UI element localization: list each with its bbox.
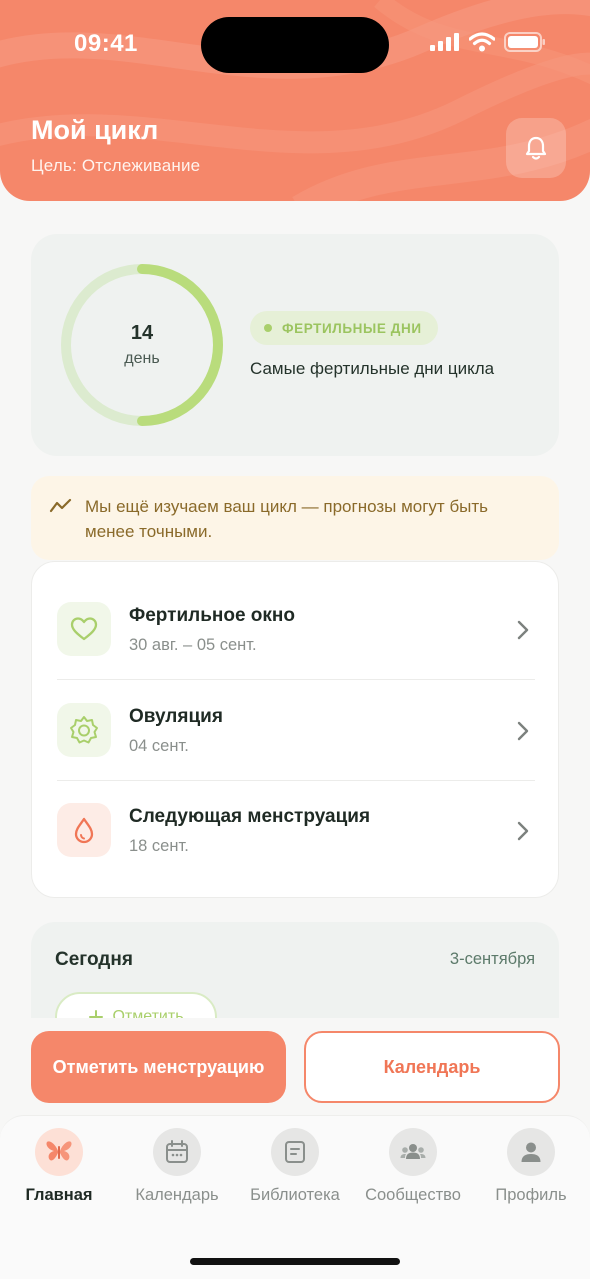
nav-icon-box xyxy=(35,1128,83,1176)
today-date: 3-сентября xyxy=(449,950,535,968)
nav-icon-box xyxy=(507,1128,555,1176)
phase-label: ФЕРТИЛЬНЫЕ ДНИ xyxy=(282,320,422,336)
phase-description: Самые фертильные дни цикла xyxy=(250,359,495,378)
nav-label: Главная xyxy=(25,1186,93,1204)
profile-icon xyxy=(521,1142,541,1162)
log-period-button[interactable]: Отметить менструацию xyxy=(31,1031,286,1103)
dynamic-island xyxy=(201,17,389,73)
cycle-card: 14 день ФЕРТИЛЬНЫЕ ДНИ Самые фертильные … xyxy=(31,234,559,456)
nav-icon-box xyxy=(389,1128,437,1176)
nav-icon-box xyxy=(271,1128,319,1176)
nav-label: Профиль xyxy=(495,1186,567,1204)
home-indicator xyxy=(190,1258,400,1265)
list-item-title: Фертильное окно xyxy=(129,605,295,626)
signal-icon xyxy=(430,33,459,51)
list-item-ovulation[interactable]: Овуляция 04 сент. xyxy=(32,663,560,763)
today-card: Сегодня 3-сентября Отметить xyxy=(31,922,559,1018)
ovulation-icon-box xyxy=(57,703,111,757)
list-item-date: 18 сент. xyxy=(129,837,189,855)
nav-label: Сообщество xyxy=(365,1186,461,1204)
calendar-button[interactable]: Календарь xyxy=(304,1031,560,1103)
nav-icon-box xyxy=(153,1128,201,1176)
nav-item-library[interactable]: Библиотека xyxy=(236,1128,354,1205)
library-icon xyxy=(285,1141,305,1163)
prediction-accuracy-banner: Мы ещё изучаем ваш цикл — прогнозы могут… xyxy=(31,476,559,560)
cycle-day-label: день xyxy=(124,350,160,367)
sun-icon xyxy=(70,716,98,744)
chevron-right-icon xyxy=(517,620,529,640)
drop-icon xyxy=(74,817,94,844)
butterfly-icon xyxy=(46,1141,72,1161)
bottom-navigation: Главная Календарь Библиотека Сообщество … xyxy=(0,1115,590,1279)
cycle-progress-ring xyxy=(61,264,223,426)
list-item-fertile-window[interactable]: Фертильное окно 30 авг. – 05 сент. xyxy=(32,562,560,662)
status-bar: 09:41 xyxy=(0,0,590,90)
page-title: Мой цикл xyxy=(31,115,159,145)
plus-icon xyxy=(89,1010,104,1018)
wifi-icon xyxy=(469,32,495,52)
next-period-icon-box xyxy=(57,803,111,857)
calendar-icon xyxy=(166,1140,188,1163)
fertile-window-icon-box xyxy=(57,602,111,656)
phase-badge: ФЕРТИЛЬНЫЕ ДНИ xyxy=(250,311,438,345)
banner-text: Мы ещё изучаем ваш цикл — прогнозы могут… xyxy=(85,497,489,541)
trend-icon xyxy=(49,498,72,513)
list-item-date: 04 сент. xyxy=(129,737,189,755)
nav-item-calendar[interactable]: Календарь xyxy=(118,1128,236,1205)
nav-label: Календарь xyxy=(135,1186,219,1204)
list-item-title: Овуляция xyxy=(129,706,223,727)
phase-dot xyxy=(264,324,272,332)
nav-item-community[interactable]: Сообщество xyxy=(354,1128,472,1205)
today-title: Сегодня xyxy=(55,949,133,970)
heart-icon xyxy=(70,617,98,641)
status-icons xyxy=(430,32,546,52)
mark-button-label: Отметить xyxy=(112,1008,184,1018)
chevron-right-icon xyxy=(517,721,529,741)
battery-icon xyxy=(504,32,545,52)
predictions-list: Фертильное окно 30 авг. – 05 сент. Овуля… xyxy=(31,561,559,898)
nav-item-profile[interactable]: Профиль xyxy=(472,1128,590,1205)
list-item-next-period[interactable]: Следующая менструация 18 сент. xyxy=(32,763,560,863)
nav-item-home[interactable]: Главная xyxy=(0,1128,118,1205)
notifications-button[interactable] xyxy=(506,118,566,178)
cycle-progress-arc xyxy=(137,264,223,426)
cycle-day-number: 14 xyxy=(130,322,154,344)
bell-icon xyxy=(525,136,547,160)
nav-label: Библиотека xyxy=(250,1186,340,1204)
goal-subtitle: Цель: Отслеживание xyxy=(31,156,201,175)
mark-symptoms-button[interactable]: Отметить xyxy=(55,992,217,1018)
list-item-title: Следующая менструация xyxy=(129,806,371,827)
chevron-right-icon xyxy=(517,821,529,841)
list-item-date: 30 авг. – 05 сент. xyxy=(129,636,257,654)
header: 09:41 Мой цикл Цель: Отслеживание xyxy=(0,0,590,201)
community-icon xyxy=(400,1144,426,1159)
status-time: 09:41 xyxy=(74,30,138,57)
